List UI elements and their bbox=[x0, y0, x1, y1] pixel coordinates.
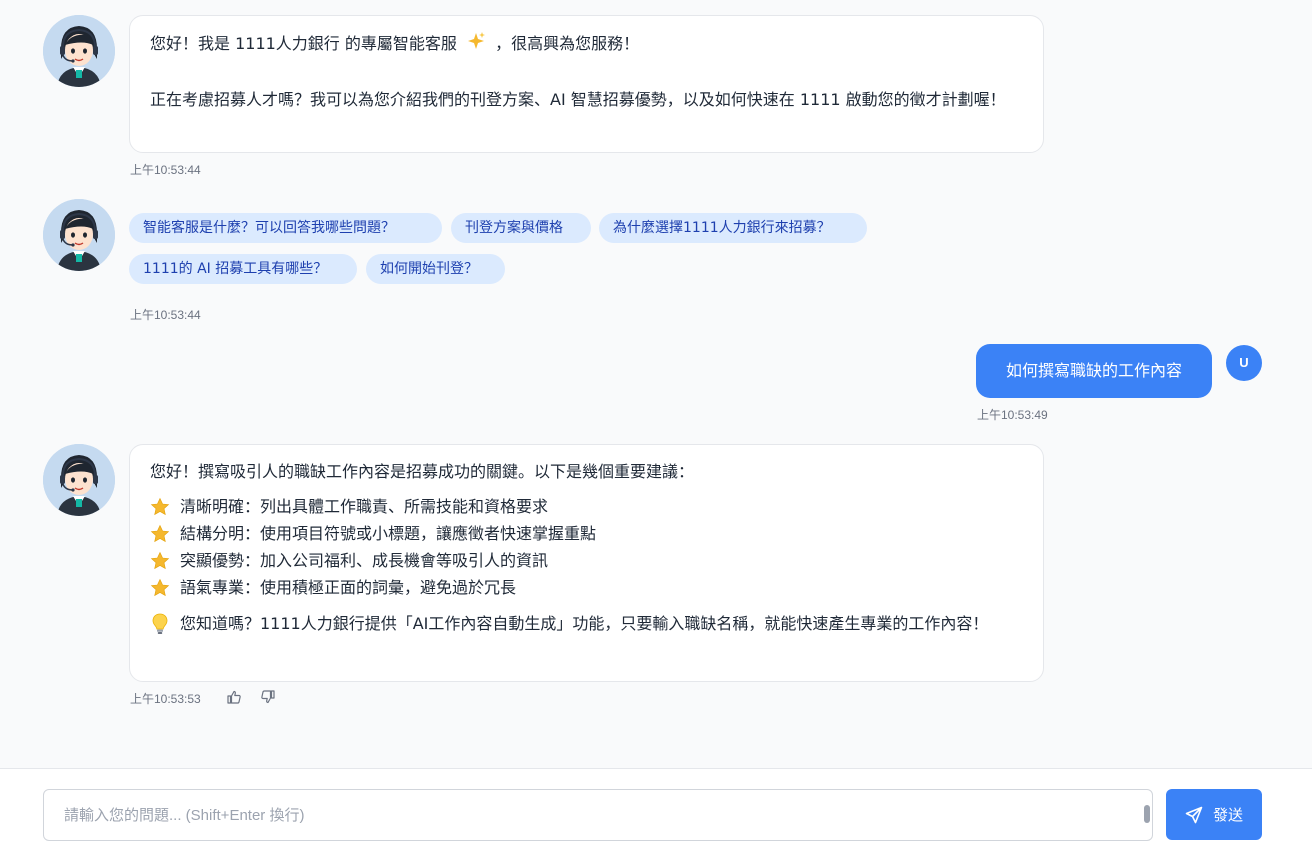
greeting-line1: 您好！我是 1111人力銀行 的專屬智能客服 ，很高興為您服務！ bbox=[150, 30, 1023, 59]
agent-avatar bbox=[43, 444, 115, 516]
send-button[interactable]: 發送 bbox=[1166, 789, 1262, 840]
agent-message-answer: 您好！撰寫吸引人的職缺工作內容是招募成功的關鍵。以下是幾個重要建議： 清晰明確：… bbox=[129, 444, 1044, 682]
message-timestamp: 上午10:53:44 bbox=[130, 163, 201, 177]
message-timestamp: 上午10:53:53 bbox=[130, 692, 201, 706]
agent-avatar bbox=[43, 15, 115, 87]
suggestion-chip[interactable]: 1111的 AI 招募工具有哪些？ bbox=[129, 254, 357, 284]
star-icon bbox=[150, 578, 172, 598]
message-timestamp: 上午10:53:44 bbox=[130, 308, 201, 322]
suggestion-chip[interactable]: 智能客服是什麼？可以回答我哪些問題？ bbox=[129, 213, 442, 243]
agent-message-greeting: 您好！我是 1111人力銀行 的專屬智能客服 ，很高興為您服務！ 正在考慮招募人… bbox=[129, 15, 1044, 153]
greeting-text-before: 您好！我是 1111人力銀行 的專屬智能客服 bbox=[150, 34, 457, 53]
agent-avatar-icon bbox=[43, 199, 115, 271]
message-input[interactable]: 請輸入您的問題... (Shift+Enter 換行) bbox=[43, 789, 1153, 841]
tip-item: 突顯優勢：加入公司福利、成長機會等吸引人的資訊 bbox=[150, 547, 1023, 574]
user-avatar: U bbox=[1226, 345, 1262, 381]
star-icon bbox=[150, 524, 172, 544]
input-scrollbar[interactable] bbox=[1144, 805, 1150, 823]
message-timestamp: 上午10:53:49 bbox=[977, 408, 1048, 422]
tip-text: 結構分明：使用項目符號或小標題，讓應徵者快速掌握重點 bbox=[180, 524, 597, 543]
greeting-line2: 正在考慮招募人才嗎？我可以為您介紹我們的刊登方案、AI 智慧招募優勢，以及如何快… bbox=[150, 89, 1006, 109]
thumbs-down-icon[interactable] bbox=[260, 689, 276, 705]
greeting-text-after: ，很高興為您服務！ bbox=[495, 34, 640, 53]
agent-avatar bbox=[43, 199, 115, 271]
thumbs-up-icon[interactable] bbox=[226, 689, 242, 705]
chat-area[interactable]: 您好！我是 1111人力銀行 的專屬智能客服 ，很高興為您服務！ 正在考慮招募人… bbox=[0, 0, 1312, 768]
suggestion-chip[interactable]: 刊登方案與價格 bbox=[451, 213, 591, 243]
agent-avatar-icon bbox=[43, 15, 115, 87]
answer-intro: 您好！撰寫吸引人的職缺工作內容是招募成功的關鍵。以下是幾個重要建議： bbox=[150, 462, 695, 481]
user-message: 如何撰寫職缺的工作內容 bbox=[976, 344, 1212, 398]
tip-item: 清晰明確：列出具體工作職責、所需技能和資格要求 bbox=[150, 493, 1023, 520]
note-text: 您知道嗎？1111人力銀行提供「AI工作內容自動生成」功能，只要輸入職缺名稱，就… bbox=[180, 614, 989, 633]
answer-note: 您知道嗎？1111人力銀行提供「AI工作內容自動生成」功能，只要輸入職缺名稱，就… bbox=[150, 610, 1023, 637]
agent-avatar-icon bbox=[43, 444, 115, 516]
star-icon bbox=[150, 551, 172, 571]
lightbulb-icon bbox=[150, 613, 170, 643]
sparkles-icon bbox=[466, 31, 486, 59]
tip-text: 語氣專業：使用積極正面的詞彙，避免過於冗長 bbox=[180, 578, 517, 597]
suggestion-chip[interactable]: 如何開始刊登？ bbox=[366, 254, 505, 284]
input-bar: 請輸入您的問題... (Shift+Enter 換行) 發送 bbox=[0, 768, 1312, 855]
send-label: 發送 bbox=[1212, 806, 1243, 824]
tip-item: 語氣專業：使用積極正面的詞彙，避免過於冗長 bbox=[150, 574, 1023, 601]
tip-text: 清晰明確：列出具體工作職責、所需技能和資格要求 bbox=[180, 497, 549, 516]
star-icon bbox=[150, 497, 172, 517]
tip-item: 結構分明：使用項目符號或小標題，讓應徵者快速掌握重點 bbox=[150, 520, 1023, 547]
suggestion-chip[interactable]: 為什麼選擇1111人力銀行來招募？ bbox=[599, 213, 867, 243]
send-icon bbox=[1185, 806, 1203, 824]
tip-text: 突顯優勢：加入公司福利、成長機會等吸引人的資訊 bbox=[180, 551, 549, 570]
